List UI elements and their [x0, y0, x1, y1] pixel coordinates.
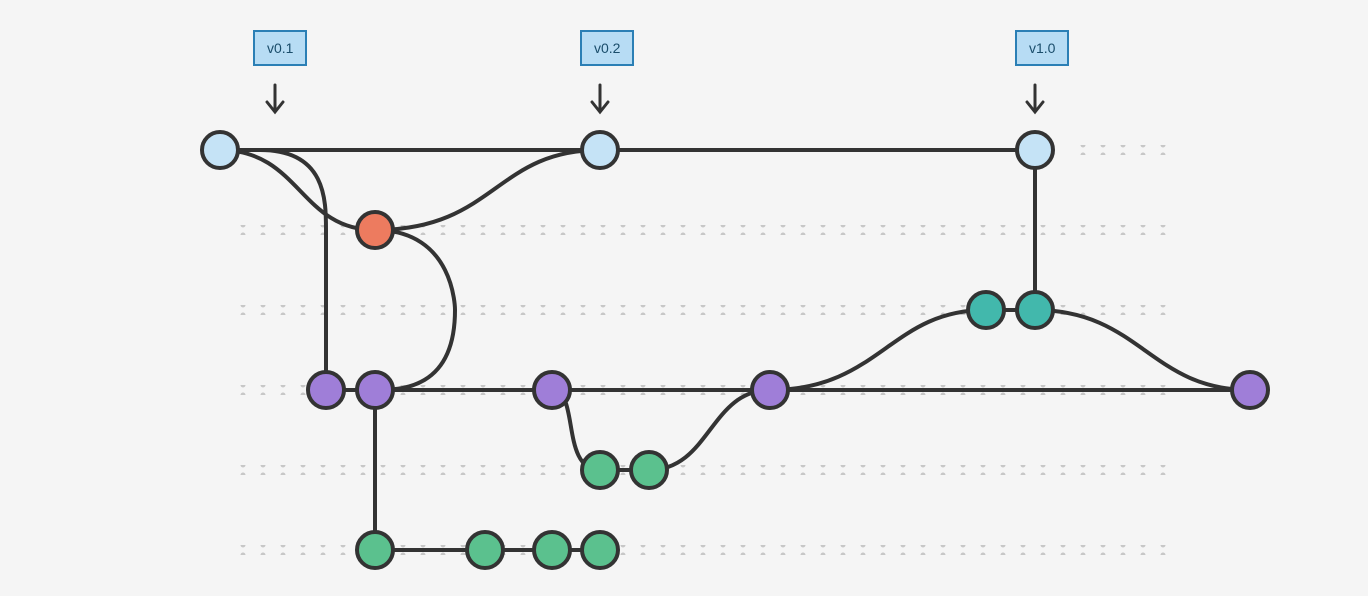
- version-tag: v0.1: [253, 30, 307, 66]
- commit-node: [357, 212, 393, 248]
- commit-node: [1232, 372, 1268, 408]
- version-tag: v1.0: [1015, 30, 1069, 66]
- commit-nodes: [202, 132, 1268, 568]
- arrow-down-icon: [592, 85, 608, 112]
- commit-node: [582, 452, 618, 488]
- commit-node: [582, 132, 618, 168]
- graph-edges: [220, 150, 1250, 550]
- commit-node: [308, 372, 344, 408]
- version-tag: v0.2: [580, 30, 634, 66]
- commit-node: [752, 372, 788, 408]
- tag-label: v0.1: [267, 40, 293, 56]
- arrow-down-icon: [1027, 85, 1043, 112]
- commit-node: [534, 372, 570, 408]
- commit-node: [968, 292, 1004, 328]
- arrow-down-icon: [267, 85, 283, 112]
- row-guides: [230, 145, 1180, 555]
- git-graph-canvas: [0, 0, 1368, 596]
- commit-node: [534, 532, 570, 568]
- tag-arrows: [267, 85, 1043, 112]
- commit-node: [582, 532, 618, 568]
- commit-node: [202, 132, 238, 168]
- tag-label: v0.2: [594, 40, 620, 56]
- tag-label: v1.0: [1029, 40, 1055, 56]
- commit-node: [1017, 132, 1053, 168]
- commit-node: [467, 532, 503, 568]
- commit-node: [357, 532, 393, 568]
- commit-node: [357, 372, 393, 408]
- commit-node: [631, 452, 667, 488]
- commit-node: [1017, 292, 1053, 328]
